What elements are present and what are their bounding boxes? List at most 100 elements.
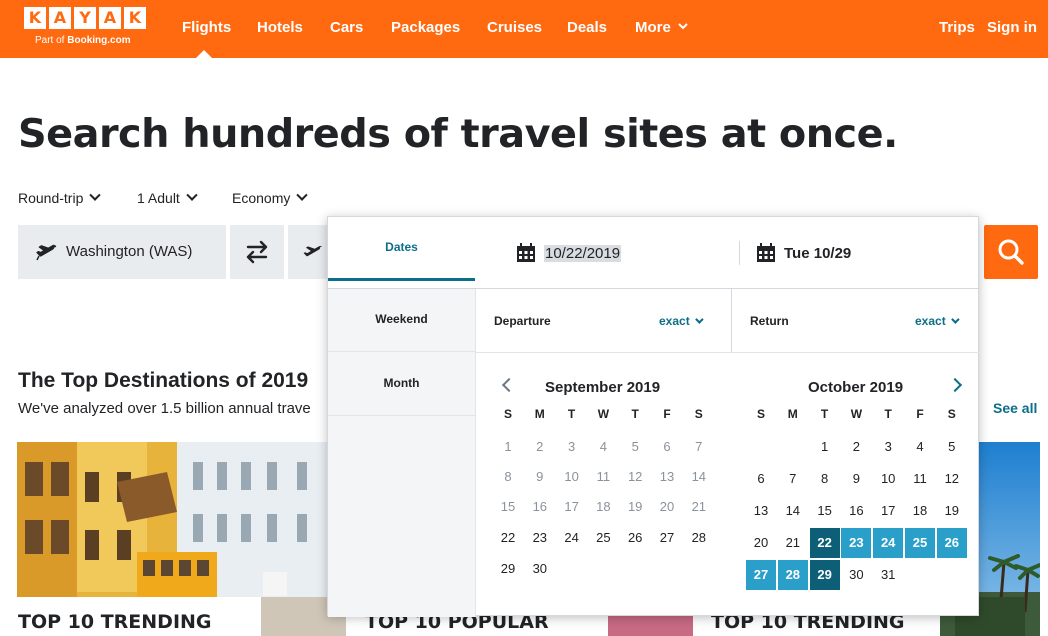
calendar-day[interactable]: 18 — [905, 496, 935, 526]
calendar-day[interactable]: 7 — [778, 464, 808, 494]
calendar-day[interactable]: 14 — [778, 496, 808, 526]
nav-more[interactable]: More — [635, 19, 688, 36]
nav-trips[interactable]: Trips — [939, 19, 975, 36]
tab-weekend[interactable]: Weekend — [328, 287, 475, 351]
calendar-day[interactable]: 19 — [620, 492, 650, 522]
calendar-day[interactable]: 11 — [588, 462, 618, 492]
calendar-day[interactable]: 24 — [557, 523, 587, 553]
calendar-day[interactable]: 16 — [525, 492, 555, 522]
calendar-day[interactable]: 28 — [684, 523, 714, 553]
calendar-day[interactable]: 20 — [746, 528, 776, 558]
calendar-day[interactable]: 23 — [525, 523, 555, 553]
logo-letter: K — [124, 7, 146, 29]
nav-sign-in[interactable]: Sign in — [987, 19, 1037, 36]
calendar-day[interactable]: 22 — [809, 528, 840, 558]
previous-month-button[interactable] — [501, 377, 517, 393]
return-flex-dropdown[interactable]: exact — [915, 314, 960, 328]
travelers-dropdown[interactable]: 1 Adult — [137, 189, 198, 206]
calendar-day[interactable]: 6 — [746, 464, 776, 494]
calendar-day[interactable]: 13 — [746, 496, 776, 526]
calendar-day[interactable]: 26 — [936, 528, 967, 558]
calendar-day[interactable]: 25 — [905, 528, 935, 558]
return-date-value[interactable]: Tue 10/29 — [784, 245, 851, 262]
calendar-day[interactable]: 26 — [620, 523, 650, 553]
calendar-day[interactable]: 17 — [873, 496, 903, 526]
calendar-day[interactable]: 30 — [841, 560, 871, 590]
calendar-day[interactable]: 9 — [841, 464, 871, 494]
calendar-day[interactable]: 15 — [810, 496, 840, 526]
calendar-day[interactable]: 25 — [588, 523, 618, 553]
calendar-day[interactable]: 12 — [620, 462, 650, 492]
tab-dates[interactable]: Dates — [328, 217, 475, 281]
calendar-day[interactable]: 14 — [684, 462, 714, 492]
nav-packages[interactable]: Packages — [391, 19, 460, 36]
calendar-day[interactable]: 27 — [746, 560, 776, 590]
chevron-down-icon — [694, 315, 704, 324]
cabin-class-dropdown[interactable]: Economy — [232, 189, 309, 206]
cabin-class-value: Economy — [232, 190, 291, 206]
tab-month[interactable]: Month — [328, 351, 475, 415]
calendar-day[interactable]: 12 — [937, 464, 967, 494]
calendar-day[interactable]: 22 — [493, 523, 523, 553]
calendar-day[interactable]: 28 — [777, 560, 808, 590]
card-title[interactable]: TOP 10 TRENDING — [18, 611, 212, 633]
calendar-day[interactable]: 8 — [493, 462, 523, 492]
calendar-day[interactable]: 3 — [557, 432, 587, 462]
nav-flights[interactable]: Flights — [182, 19, 231, 36]
calendar-day[interactable]: 19 — [937, 496, 967, 526]
calendar-day[interactable]: 17 — [557, 492, 587, 522]
nav-cruises[interactable]: Cruises — [487, 19, 542, 36]
calendar-day[interactable]: 11 — [905, 464, 935, 494]
calendar-day[interactable]: 29 — [809, 560, 840, 590]
calendar-day[interactable]: 20 — [652, 492, 682, 522]
calendar-day[interactable]: 21 — [684, 492, 714, 522]
calendar-day[interactable]: 10 — [873, 464, 903, 494]
calendar-day[interactable]: 24 — [873, 528, 904, 558]
calendar-day[interactable]: 7 — [684, 432, 714, 462]
calendar-day[interactable]: 23 — [841, 528, 872, 558]
return-date-field[interactable]: Tue 10/29 — [756, 243, 851, 263]
calendar-day[interactable]: 16 — [841, 496, 871, 526]
calendar-day[interactable]: 5 — [937, 432, 967, 462]
departure-flex-dropdown[interactable]: exact — [659, 314, 704, 328]
calendar-day[interactable]: 18 — [588, 492, 618, 522]
calendar-day[interactable]: 15 — [493, 492, 523, 522]
see-all-link[interactable]: See all — [993, 400, 1037, 416]
calendar-day[interactable]: 2 — [841, 432, 871, 462]
departure-date-field[interactable]: 10/22/2019 — [516, 243, 622, 263]
calendar-day[interactable]: 6 — [652, 432, 682, 462]
swap-locations-button[interactable] — [230, 225, 284, 279]
calendar-day[interactable]: 9 — [525, 462, 555, 492]
chevron-down-icon — [89, 189, 102, 201]
nav-deals[interactable]: Deals — [567, 19, 607, 36]
calendar-day[interactable]: 27 — [652, 523, 682, 553]
nav-hotels[interactable]: Hotels — [257, 19, 303, 36]
kayak-logo[interactable]: K A Y A K Part of Booking.com — [24, 7, 150, 49]
calendar-day[interactable]: 4 — [905, 432, 935, 462]
next-month-button[interactable] — [947, 377, 963, 393]
search-button[interactable] — [984, 225, 1038, 279]
calendar-day[interactable]: 4 — [588, 432, 618, 462]
calendar-day[interactable]: 13 — [652, 462, 682, 492]
calendar-day[interactable]: 3 — [873, 432, 903, 462]
month-title: September 2019 — [545, 379, 661, 396]
calendar-day[interactable]: 5 — [620, 432, 650, 462]
destination-input[interactable] — [288, 225, 328, 279]
chevron-down-icon — [186, 189, 198, 201]
calendar-day[interactable]: 29 — [493, 554, 523, 584]
nav-cars[interactable]: Cars — [330, 19, 363, 36]
calendar-day[interactable]: 10 — [557, 462, 587, 492]
calendar-day[interactable]: 21 — [778, 528, 808, 558]
date-mode-tabs: Dates Weekend Month — [328, 217, 476, 617]
calendar-day[interactable]: 1 — [493, 432, 523, 462]
weekday-header: F — [663, 407, 671, 421]
calendar-day[interactable]: 8 — [810, 464, 840, 494]
calendar-day[interactable]: 30 — [525, 554, 555, 584]
trip-type-dropdown[interactable]: Round-trip — [18, 189, 102, 206]
departure-date-value[interactable]: 10/22/2019 — [544, 244, 622, 262]
weekday-header: T — [884, 407, 892, 421]
calendar-day[interactable]: 31 — [873, 560, 903, 590]
calendar-day[interactable]: 1 — [810, 432, 840, 462]
origin-input[interactable]: Washington (WAS) — [18, 225, 226, 279]
calendar-day[interactable]: 2 — [525, 432, 555, 462]
